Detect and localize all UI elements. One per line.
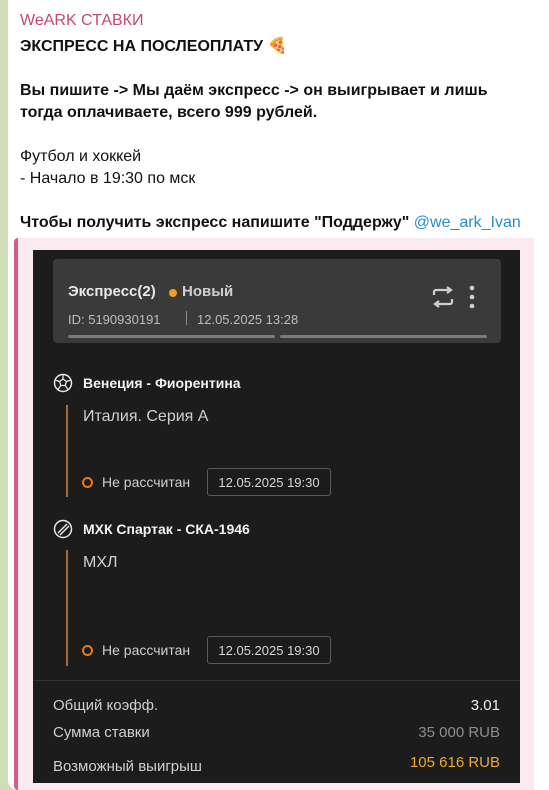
event-league: Италия. Серия А (83, 408, 209, 425)
start-time-line: - Начало в 19:30 по мск (20, 170, 196, 187)
stake-label: Сумма ставки (53, 724, 150, 741)
swap-arrows-icon (432, 286, 454, 308)
total-coef-value: 3.01 (470, 697, 500, 714)
event-connector (66, 405, 68, 497)
bet-date: 12.05.2025 13:28 (197, 312, 299, 327)
paragraph-line-2: тогда оплачиваете, всего 999 рублей. (20, 104, 318, 121)
total-coef-label: Общий коэфф. (53, 697, 159, 714)
possible-win-value: 105 616 RUB (409, 754, 500, 771)
event-name: МХК Спартак - СКА-1946 (83, 521, 250, 537)
possible-win-label: Возможный выигрыш (53, 758, 202, 775)
bet-header: Экспресс(2) Новый ID: 5190930191 12.05.2… (53, 259, 501, 343)
more-vertical-icon (469, 285, 475, 309)
progress-segment-1 (68, 335, 275, 338)
event-name: Венеция - Фиорентина (83, 375, 241, 391)
bet-slip-screenshot[interactable]: Экспресс(2) Новый ID: 5190930191 12.05.2… (33, 250, 520, 783)
paragraph-line-1: Вы пишите -> Мы даём экспресс -> он выиг… (20, 82, 488, 99)
soccer-ball-icon (53, 373, 73, 393)
status-circle-icon (82, 645, 93, 656)
pizza-emoji-icon: 🍕 (267, 38, 288, 55)
bet-id: ID: 5190930191 (68, 312, 161, 327)
event-status: Не рассчитан (102, 474, 191, 490)
mention-link[interactable]: @we_ark_Ivan (414, 214, 521, 231)
event-connector (66, 550, 68, 666)
event-time-badge: 12.05.2025 19:30 (207, 636, 331, 664)
summary-divider (33, 680, 520, 681)
event-league: МХЛ (83, 554, 118, 571)
cta-line: Чтобы получить экспресс напишите "Поддер… (20, 212, 521, 234)
headline: ЭКСПРЕСС НА ПОСЛЕОПЛАТУ 🍕 (20, 36, 287, 58)
sender-name[interactable]: WeARK СТАВКИ (20, 12, 143, 30)
sports-line: Футбол и хоккей (20, 148, 142, 165)
bet-title: Экспресс(2) (68, 283, 156, 300)
header-separator (186, 311, 187, 325)
event-time-badge: 12.05.2025 19:30 (207, 468, 331, 496)
headline-text: ЭКСПРЕСС НА ПОСЛЕОПЛАТУ (20, 38, 264, 55)
hockey-puck-icon (53, 519, 73, 539)
progress-segment-2 (280, 335, 487, 338)
cta-text: Чтобы получить экспресс напишите "Поддер… (20, 214, 414, 231)
bet-status: Новый (182, 283, 234, 300)
event-status: Не рассчитан (102, 642, 191, 658)
stake-value: 35 000 RUB (418, 724, 500, 741)
status-dot (169, 289, 177, 297)
status-circle-icon (82, 477, 93, 488)
